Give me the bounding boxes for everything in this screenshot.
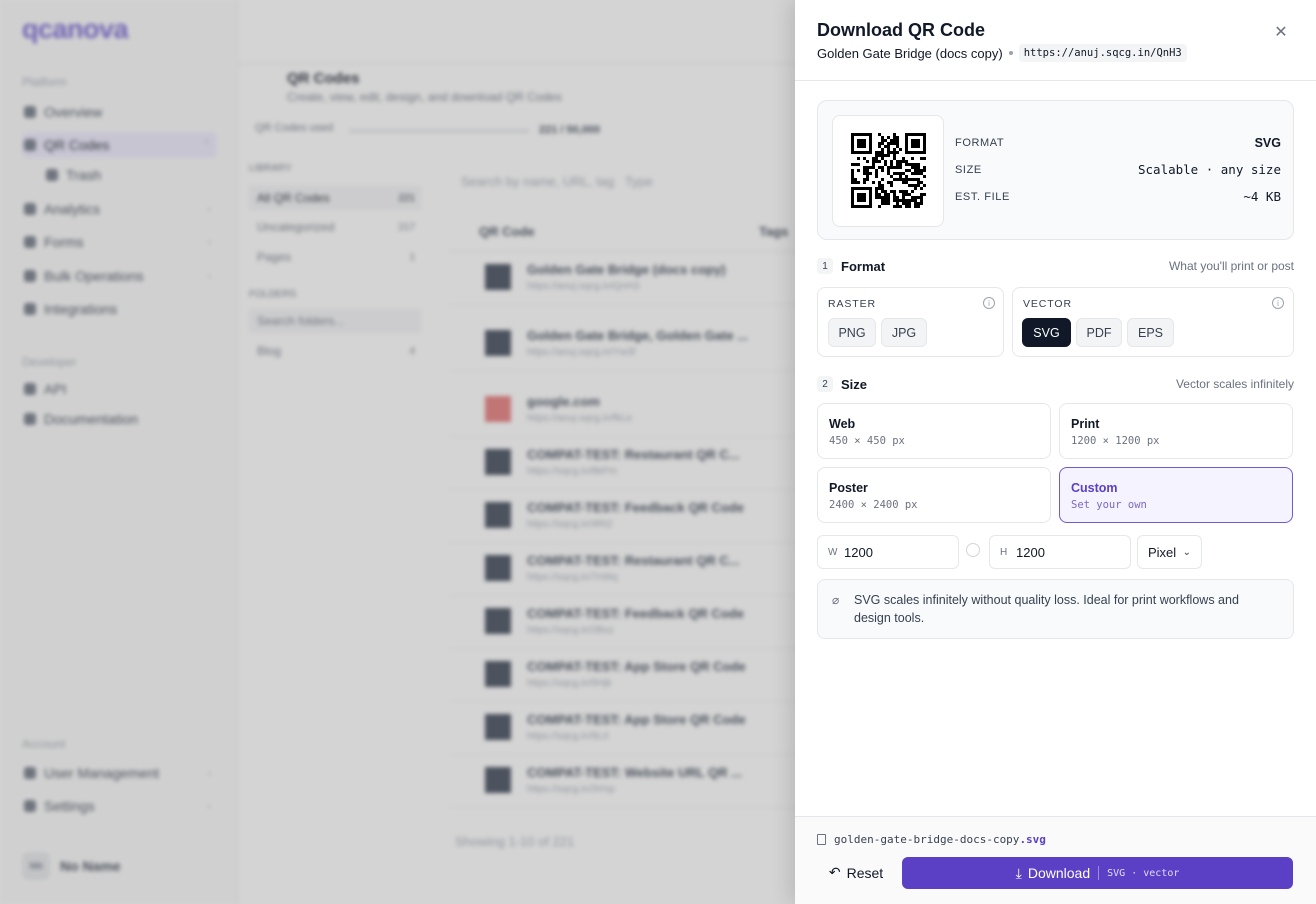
size-option-custom[interactable]: Custom Set your own <box>1059 467 1293 523</box>
download-drawer: Download QR Code Golden Gate Bridge (doc… <box>795 0 1316 904</box>
qr-preview <box>832 115 944 227</box>
drawer-footer: golden-gate-bridge-docs-copy.svg ↶ Reset … <box>795 816 1316 904</box>
format-pdf-button[interactable]: PDF <box>1076 318 1122 347</box>
reset-label: Reset <box>846 864 884 881</box>
format-section-header: 1 Format What you'll print or post <box>817 257 1294 275</box>
note-text: SVG scales infinitely without quality lo… <box>854 593 1239 625</box>
drawer-header: Download QR Code Golden Gate Bridge (doc… <box>795 0 1316 81</box>
link-icon[interactable] <box>966 543 980 557</box>
section-hint: What you'll print or post <box>1168 259 1294 273</box>
preview-format-key: FORMAT <box>955 137 1005 149</box>
size-option-dims: 1200 × 1200 px <box>1071 435 1160 447</box>
size-option-dims: Set your own <box>1071 499 1147 511</box>
preview-card: FORMAT SVG SIZE Scalable · any size EST. F… <box>817 100 1294 240</box>
output-filename: golden-gate-bridge-docs-copy.svg <box>817 833 1046 846</box>
width-value[interactable]: 1200 <box>844 545 873 560</box>
size-option-print[interactable]: Print 1200 × 1200 px <box>1059 403 1293 459</box>
format-note: ⌀ SVG scales infinitely without quality … <box>817 579 1294 639</box>
size-option-name: Poster <box>829 481 868 495</box>
size-option-poster[interactable]: Poster 2400 × 2400 px <box>817 467 1051 523</box>
preview-format-value: SVG <box>1254 136 1281 150</box>
preview-file-row: EST. FILE ~4 KB <box>955 189 1281 204</box>
drawer-subtitle: Golden Gate Bridge (docs copy) https://a… <box>817 44 1187 62</box>
preview-file-value: ~4 KB <box>1243 189 1281 204</box>
format-eps-button[interactable]: EPS <box>1127 318 1174 347</box>
width-prefix: W <box>828 546 838 558</box>
height-value[interactable]: 1200 <box>1016 545 1045 560</box>
size-option-name: Print <box>1071 417 1100 431</box>
section-title: Size <box>841 376 868 392</box>
height-field[interactable]: H 1200 <box>989 535 1131 569</box>
unit-select[interactable]: Pixel ⌄ <box>1137 535 1202 569</box>
format-png-button[interactable]: PNG <box>828 318 876 347</box>
unit-value: Pixel <box>1148 544 1177 560</box>
raster-format-group: RASTER i PNG JPG <box>817 287 1004 357</box>
preview-file-key: EST. FILE <box>955 190 1010 203</box>
width-field[interactable]: W 1200 <box>817 535 959 569</box>
download-meta: SVG · vector <box>1107 867 1180 879</box>
separator-dot <box>1008 51 1013 55</box>
height-prefix: H <box>1000 546 1008 558</box>
format-svg-button[interactable]: SVG <box>1022 318 1071 347</box>
file-icon <box>817 834 826 845</box>
size-option-dims: 2400 × 2400 px <box>829 499 918 511</box>
section-hint: Vector scales infinitely <box>1175 377 1294 391</box>
filename-ext: .svg <box>1019 833 1046 846</box>
preview-size-value: Scalable · any size <box>1138 162 1281 177</box>
size-option-dims: 450 × 450 px <box>829 435 905 447</box>
size-option-name: Custom <box>1071 481 1118 495</box>
preview-format-row: FORMAT SVG <box>955 136 1281 150</box>
section-title: Format <box>841 258 886 274</box>
reset-button[interactable]: ↶ Reset <box>817 857 895 888</box>
close-icon[interactable]: ✕ <box>1271 22 1291 42</box>
info-icon[interactable]: i <box>1272 297 1284 309</box>
preview-size-row: SIZE Scalable · any size <box>955 162 1281 177</box>
raster-label: RASTER <box>828 298 876 310</box>
filename-base: golden-gate-bridge-docs-copy <box>834 833 1020 846</box>
size-option-name: Web <box>829 417 856 431</box>
chevron-down-icon: ⌄ <box>1182 546 1191 558</box>
qr-name: Golden Gate Bridge (docs copy) <box>817 45 1003 61</box>
paperclip-icon: ⌀ <box>832 593 840 607</box>
qr-code-image <box>851 133 926 208</box>
download-button[interactable]: ⤓ Download SVG · vector <box>902 857 1293 889</box>
short-url: https://anuj.sqcg.in/QnH3 <box>1018 44 1187 62</box>
step-number: 2 <box>817 376 833 392</box>
format-jpg-button[interactable]: JPG <box>881 318 927 347</box>
vector-label: VECTOR <box>1023 298 1072 310</box>
info-icon[interactable]: i <box>983 297 995 309</box>
divider <box>1098 866 1100 880</box>
drawer-title: Download QR Code <box>817 20 985 40</box>
vector-format-group: VECTOR i SVG PDF EPS <box>1012 287 1294 357</box>
reset-icon: ↶ <box>828 864 841 880</box>
preview-size-key: SIZE <box>955 163 982 176</box>
download-icon: ⤓ <box>1015 864 1022 881</box>
size-option-web[interactable]: Web 450 × 450 px <box>817 403 1051 459</box>
size-section-header: 2 Size Vector scales infinitely <box>817 375 1294 393</box>
download-label: Download <box>1027 865 1091 881</box>
step-number: 1 <box>817 258 833 274</box>
